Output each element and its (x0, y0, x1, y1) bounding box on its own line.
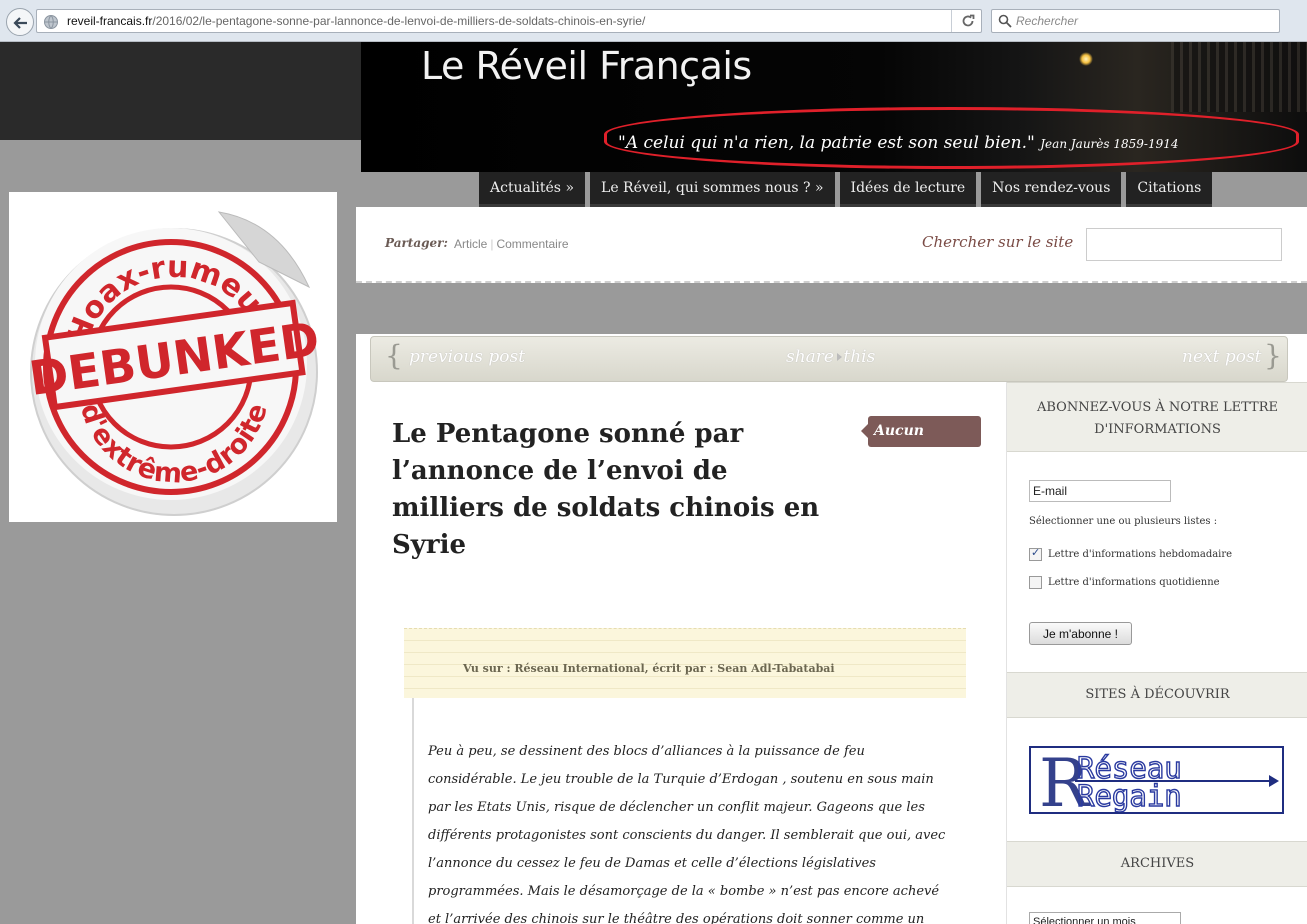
select-lists-label: Sélectionner une ou plusieurs listes : (1029, 516, 1218, 527)
share-link-separator: | (490, 237, 494, 251)
weekly-list-option[interactable]: Lettre d'informations hebdomadaire (1029, 546, 1233, 561)
nav-item-qui-sommes-nous[interactable]: Le Réveil, qui sommes nous ? » (590, 172, 835, 207)
share-arrow-icon (837, 353, 842, 361)
url-domain: reveil-francais.fr (67, 14, 153, 28)
site-search-label: Chercher sur le site (922, 233, 1074, 251)
browser-toolbar: reveil-francais.fr/2016/02/le-pentagone-… (0, 0, 1307, 42)
daily-checkbox[interactable] (1029, 576, 1042, 589)
browser-search-input[interactable] (1016, 12, 1276, 30)
share-links: Article | Commentaire (454, 237, 569, 251)
share-word: share (786, 347, 834, 367)
banner-lamp-decoration (1079, 52, 1093, 66)
header-quote: "A celui qui n'a rien, la patrie est son… (618, 133, 1179, 153)
share-article-link[interactable]: Article (454, 237, 487, 251)
browser-search-box[interactable] (991, 9, 1280, 33)
address-bar[interactable]: reveil-francais.fr/2016/02/le-pentagone-… (36, 9, 982, 33)
article-paragraph: Peu à peu, se dessinent des blocs d’alli… (428, 744, 946, 924)
archives-month-select[interactable]: Sélectionner un mois (1029, 912, 1181, 924)
reload-icon[interactable] (961, 14, 975, 28)
post-title: Le Pentagone sonné par l’annonce de l’en… (392, 419, 820, 560)
subscribe-button[interactable]: Je m'abonne ! (1029, 622, 1132, 645)
share-bar: Partager: Article | Commentaire Chercher s… (356, 207, 1307, 283)
back-button[interactable] (6, 8, 34, 36)
nav-item-actualites[interactable]: Actualités » (479, 172, 586, 207)
url-path: /2016/02/le-pentagone-sonne-par-lannonce… (152, 14, 646, 28)
main-nav: Actualités » Le Réveil, qui sommes nous … (479, 172, 1213, 207)
banner-building-decoration (1171, 42, 1307, 112)
post-navigation-bar: { previous post share this next post } (370, 336, 1288, 382)
globe-icon (44, 15, 58, 29)
share-label: Partager: (385, 236, 448, 250)
quote-author: Jean Jaurès 1859-1914 (1040, 137, 1179, 151)
nav-item-citations[interactable]: Citations (1126, 172, 1213, 207)
search-icon (998, 14, 1012, 28)
back-arrow-icon (13, 17, 27, 29)
previous-post-link[interactable]: previous post (409, 347, 525, 367)
left-brace-icon: { (385, 339, 403, 372)
debunked-stamp-image: Hoax-rumeurs d'extrême-droite DEBUNKED (9, 192, 337, 522)
share-this-label[interactable]: share this (786, 347, 875, 367)
source-note: Vu sur : Réseau International, écrit par… (404, 628, 966, 698)
reseau-regain-logo-link[interactable]: R Réseau Regain (1029, 746, 1284, 814)
weekly-list-label: Lettre d'informations hebdomadaire (1048, 549, 1233, 560)
debunked-stamp-graphic: Hoax-rumeurs d'extrême-droite DEBUNKED (26, 211, 323, 516)
sites-widget-title: SITES À DÉCOUVRIR (1007, 672, 1307, 718)
weekly-checkbox[interactable] (1029, 546, 1042, 561)
quote-text: "A celui qui n'a rien, la patrie est son… (618, 133, 1035, 153)
next-post-link[interactable]: next post (1182, 347, 1262, 367)
source-note-text: Vu sur : Réseau International, écrit par… (463, 662, 835, 675)
site-banner[interactable]: Le Réveil Français "A celui qui n'a rien… (361, 42, 1307, 172)
url-divider (951, 10, 952, 32)
category-tag[interactable]: Aucun (861, 416, 981, 447)
newsletter-widget-title: ABONNEZ-VOUS À NOTRE LETTRE D'INFORMATIO… (1007, 382, 1307, 452)
site-title: Le Réveil Français (421, 44, 752, 88)
logo-word-regain: Regain (1077, 779, 1182, 812)
this-word: this (843, 347, 876, 367)
daily-list-option[interactable]: Lettre d'informations quotidienne (1029, 576, 1220, 589)
nav-item-rendez-vous[interactable]: Nos rendez-vous (981, 172, 1122, 207)
sidebar: ABONNEZ-VOUS À NOTRE LETTRE D'INFORMATIO… (1006, 382, 1307, 924)
site-search-input[interactable] (1086, 228, 1282, 261)
share-comment-link[interactable]: Commentaire (496, 237, 568, 251)
archives-widget-title: ARCHIVES (1007, 841, 1307, 887)
right-brace-icon: } (1264, 339, 1282, 372)
reseau-regain-logo: R Réseau Regain (1039, 748, 1279, 812)
article-body: Peu à peu, se dessinent des blocs d’alli… (412, 698, 1002, 924)
url-text: reveil-francais.fr/2016/02/le-pentagone-… (67, 14, 645, 28)
daily-list-label: Lettre d'informations quotidienne (1048, 577, 1220, 588)
newsletter-email-field[interactable] (1029, 480, 1171, 502)
nav-item-idees-de-lecture[interactable]: Idées de lecture (839, 172, 977, 207)
